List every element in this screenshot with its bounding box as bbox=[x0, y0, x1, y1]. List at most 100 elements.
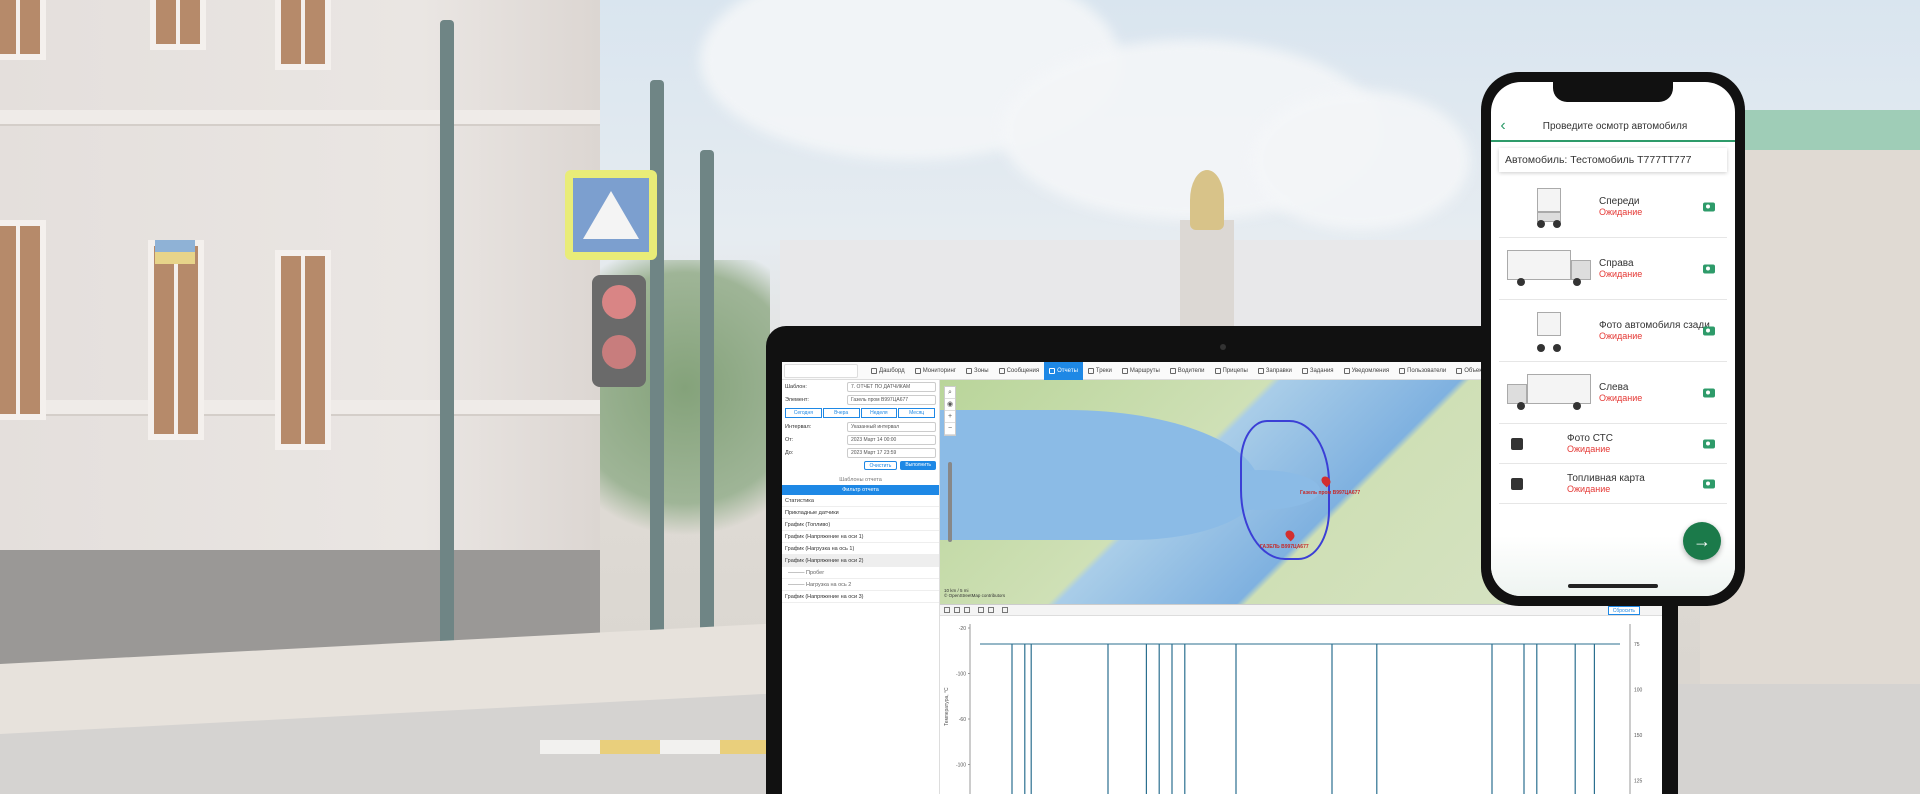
nav-item[interactable]: Водители bbox=[1165, 362, 1210, 380]
chart-zoom-icon[interactable] bbox=[944, 607, 950, 613]
traffic-light bbox=[592, 275, 646, 387]
report-panel: Шаблон: 7. ОТЧЕТ ПО ДАТЧИКАМ Элемент: Газе… bbox=[782, 380, 940, 794]
chart-export-icon[interactable] bbox=[988, 607, 994, 613]
from-date-input[interactable]: 2023 Март 14 00:00 bbox=[847, 434, 936, 445]
y-tick-label: -100 bbox=[956, 763, 966, 769]
nav-item-label: Задания bbox=[1309, 367, 1334, 374]
back-arrow-icon[interactable]: ‹ bbox=[1491, 117, 1515, 135]
chart-reset-button[interactable]: Сбросить bbox=[1607, 606, 1640, 615]
y-axis-label: Температура, °С bbox=[944, 687, 950, 726]
nav-item[interactable]: Дашборд bbox=[866, 362, 910, 380]
distant-buildings bbox=[780, 240, 1540, 340]
inspection-item[interactable]: Справа Ожидание bbox=[1499, 238, 1727, 300]
report-list-item[interactable]: График (Напряжение на оси 2) bbox=[782, 555, 939, 567]
inspection-item[interactable]: Слева Ожидание bbox=[1499, 362, 1727, 424]
vehicle-name: Автомобиль: Тестомобиль Т777ТТ777 bbox=[1499, 148, 1727, 172]
interval-select[interactable]: Указанный интервал bbox=[847, 421, 936, 432]
template-select[interactable]: 7. ОТЧЕТ ПО ДАТЧИКАМ bbox=[847, 381, 936, 392]
to-label: До: bbox=[785, 449, 794, 456]
report-list-item[interactable]: График (Напряжение на оси 1) bbox=[782, 531, 939, 543]
report-list-item[interactable]: График (Нагрузка на ось 1) bbox=[782, 543, 939, 555]
map-search-icon[interactable]: ⌕ bbox=[945, 387, 955, 399]
mobile-app-screen: ‹ Проведите осмотр автомобиля Автомобиль… bbox=[1491, 82, 1735, 596]
report-list-item[interactable]: График (Топливо) bbox=[782, 519, 939, 531]
nav-item[interactable]: Уведомления bbox=[1339, 362, 1395, 380]
nav-item[interactable]: Задания bbox=[1297, 362, 1339, 380]
map-scale: 10 km / 5 mi © OpenStreetMap contributors bbox=[944, 588, 1006, 598]
report-list-item[interactable]: График (Напряжение на оси 3) bbox=[782, 591, 939, 603]
nav-icon bbox=[1121, 367, 1128, 374]
nav-icon bbox=[914, 367, 921, 374]
chart-settings-icon[interactable] bbox=[1002, 607, 1008, 613]
camera-icon[interactable] bbox=[1703, 388, 1715, 397]
camera-icon[interactable] bbox=[1703, 326, 1715, 335]
nav-item-label: Прицепы bbox=[1222, 367, 1248, 374]
nav-icon bbox=[998, 367, 1005, 374]
execute-button[interactable]: Выполнить bbox=[900, 461, 936, 470]
nav-item-label: Треки bbox=[1095, 367, 1112, 374]
phone-notch bbox=[1553, 82, 1673, 102]
period-month-button[interactable]: Месяц bbox=[898, 408, 935, 418]
chart-select-icon[interactable] bbox=[964, 607, 970, 613]
document-icon bbox=[1511, 437, 1523, 450]
zoom-slider[interactable] bbox=[948, 462, 952, 542]
sensor-chart[interactable]: -20 -100 -60 -100 75 100 150 125 Температура, °С bbox=[940, 616, 1662, 794]
nav-item[interactable]: Мониторинг bbox=[910, 362, 961, 380]
inspection-item[interactable]: Фото СТС Ожидание bbox=[1499, 424, 1727, 464]
map-layers-icon[interactable]: ◉ bbox=[945, 399, 955, 411]
truck-back-icon bbox=[1499, 305, 1599, 357]
nav-item-label: Маршруты bbox=[1129, 367, 1160, 374]
nav-item[interactable]: Пользователи bbox=[1394, 362, 1451, 380]
period-week-button[interactable]: Неделя bbox=[860, 408, 898, 418]
nav-icon bbox=[1214, 367, 1221, 374]
nav-item-label: Пользователи bbox=[1407, 367, 1447, 374]
smartphone: ‹ Проведите осмотр автомобиля Автомобиль… bbox=[1481, 72, 1745, 606]
zoom-out-icon[interactable]: − bbox=[945, 423, 955, 435]
report-list-item[interactable]: ——— Нагрузка на ось 2 bbox=[782, 579, 939, 591]
clear-button[interactable]: Очистить bbox=[863, 461, 898, 470]
to-date-input[interactable]: 2023 Март 17 23:59 bbox=[847, 447, 936, 458]
inspection-item[interactable]: Фото автомобиля сзади Ожидание bbox=[1499, 300, 1727, 362]
map-pin-label: Газель пром В997ЦА677 bbox=[1300, 490, 1361, 496]
report-list-item[interactable]: ——— Пробег bbox=[782, 567, 939, 579]
interval-label: Интервал: bbox=[785, 423, 812, 430]
nav-item-label: Мониторинг bbox=[922, 367, 956, 374]
camera-icon[interactable] bbox=[1703, 264, 1715, 273]
nav-icon bbox=[1257, 367, 1264, 374]
inspection-item[interactable]: Топливная карта Ожидание bbox=[1499, 464, 1727, 504]
nav-item[interactable]: Заправки bbox=[1253, 362, 1297, 380]
truck-front-icon bbox=[1499, 181, 1599, 233]
inspection-list: Спереди Ожидание Справа Ожидание Фото автомо… bbox=[1499, 176, 1727, 504]
templates-header: Шаблоны отчета bbox=[839, 477, 882, 483]
nav-item[interactable]: Прицепы bbox=[1210, 362, 1253, 380]
object-select[interactable]: Газель пром В997ЦА677 bbox=[847, 394, 936, 405]
nav-icon bbox=[1343, 367, 1350, 374]
nav-item-label: Дашборд bbox=[879, 367, 905, 374]
nav-icon bbox=[1301, 367, 1308, 374]
period-tabs: Сегодня Вчера Неделя Месяц bbox=[785, 408, 936, 418]
y-tick-label: -100 bbox=[956, 672, 966, 678]
period-yesterday-button[interactable]: Вчера bbox=[822, 408, 860, 418]
nav-item[interactable]: Маршруты bbox=[1117, 362, 1165, 380]
period-today-button[interactable]: Сегодня bbox=[785, 408, 822, 418]
nav-item[interactable]: Зоны bbox=[961, 362, 994, 380]
nav-item[interactable]: Отчеты bbox=[1044, 362, 1083, 380]
truck-right-icon bbox=[1499, 243, 1599, 295]
zoom-in-icon[interactable]: + bbox=[945, 411, 955, 423]
y-tick-label-right: 100 bbox=[1634, 688, 1643, 694]
left-building bbox=[0, 0, 600, 700]
nav-item[interactable]: Треки bbox=[1083, 362, 1117, 380]
camera-icon[interactable] bbox=[1703, 439, 1715, 448]
map-controls: ⌕ ◉ + − bbox=[944, 386, 956, 436]
report-list-item[interactable]: Статистика bbox=[782, 495, 939, 507]
inspection-item[interactable]: Спереди Ожидание bbox=[1499, 176, 1727, 238]
camera-icon[interactable] bbox=[1703, 202, 1715, 211]
camera-icon[interactable] bbox=[1703, 479, 1715, 488]
report-list-item[interactable]: Прикладные датчики bbox=[782, 507, 939, 519]
mobile-header: ‹ Проведите осмотр автомобиля bbox=[1491, 112, 1735, 142]
nav-item[interactable]: Сообщения bbox=[994, 362, 1045, 380]
chart-fit-icon[interactable] bbox=[978, 607, 984, 613]
next-arrow-button[interactable]: → bbox=[1683, 522, 1721, 560]
templates-filter-tab[interactable]: Фильтр отчета bbox=[782, 485, 939, 495]
chart-pan-icon[interactable] bbox=[954, 607, 960, 613]
